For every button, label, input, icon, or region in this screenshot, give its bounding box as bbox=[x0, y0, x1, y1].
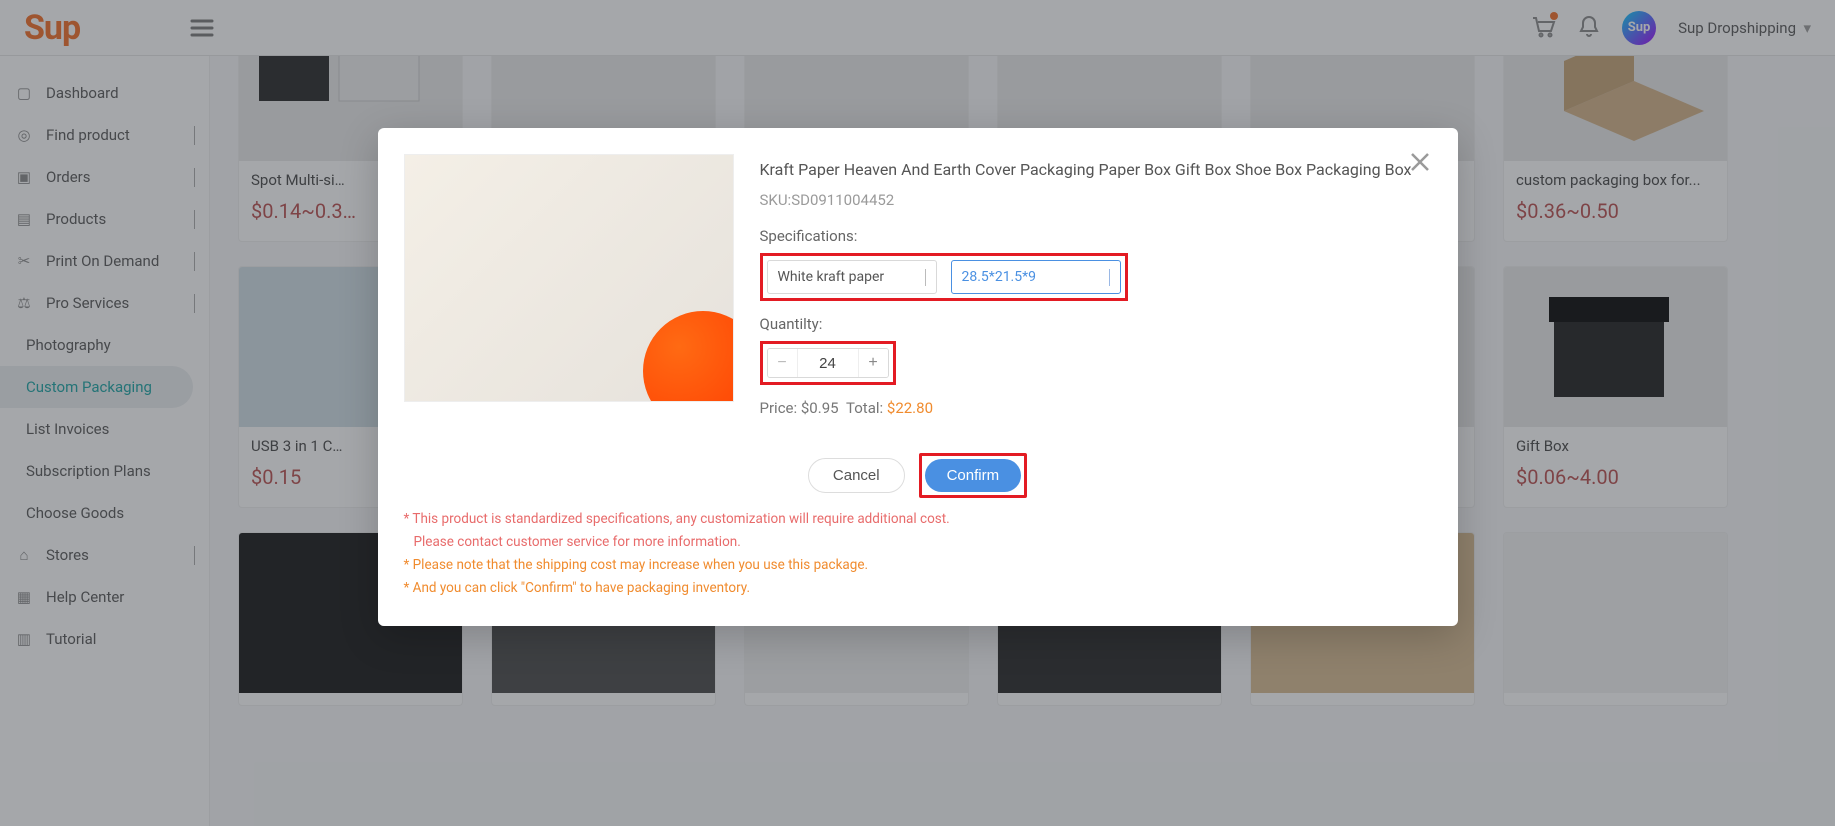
modal-sku: SKU:SD0911004452 bbox=[760, 191, 1432, 209]
sku-value: SD0911004452 bbox=[791, 191, 894, 209]
modal-notes: * This product is standardized specifica… bbox=[404, 508, 1432, 600]
quantity-stepper: − + bbox=[767, 348, 889, 378]
note-line: * This product is standardized specifica… bbox=[404, 508, 1432, 531]
spec-label: Specifications: bbox=[760, 227, 1432, 245]
total-value: $22.80 bbox=[887, 399, 933, 417]
price-label: Price: bbox=[760, 399, 798, 417]
select-value: White kraft paper bbox=[778, 269, 885, 285]
note-line: * And you can click "Confirm" to have pa… bbox=[404, 577, 1432, 600]
modal-product-image bbox=[404, 154, 734, 402]
qty-increment-button[interactable]: + bbox=[858, 349, 888, 377]
chevron-down-icon bbox=[1109, 269, 1110, 285]
modal-overlay: Kraft Paper Heaven And Earth Cover Packa… bbox=[0, 0, 1835, 826]
qty-decrement-button[interactable]: − bbox=[768, 349, 798, 377]
modal-product-title: Kraft Paper Heaven And Earth Cover Packa… bbox=[760, 160, 1432, 179]
sku-label: SKU: bbox=[760, 191, 792, 209]
select-value: 28.5*21.5*9 bbox=[962, 269, 1037, 285]
total-label: Total: bbox=[846, 399, 883, 417]
confirm-button[interactable]: Confirm bbox=[925, 459, 1022, 492]
spec-material-select[interactable]: White kraft paper bbox=[767, 260, 937, 294]
close-icon[interactable] bbox=[1408, 150, 1432, 178]
confirm-highlight-box: Confirm bbox=[919, 453, 1028, 498]
qty-highlight-box: − + bbox=[760, 341, 896, 385]
note-line: * Please note that the shipping cost may… bbox=[404, 554, 1432, 577]
price-value: $0.95 bbox=[801, 399, 839, 417]
qty-input[interactable] bbox=[798, 349, 858, 377]
qty-label: Quantilty: bbox=[760, 315, 1432, 333]
product-modal: Kraft Paper Heaven And Earth Cover Packa… bbox=[378, 128, 1458, 626]
price-line: Price: $0.95 Total: $22.80 bbox=[760, 399, 1432, 417]
chevron-down-icon bbox=[925, 269, 926, 285]
spec-highlight-box: White kraft paper 28.5*21.5*9 bbox=[760, 253, 1128, 301]
cancel-button[interactable]: Cancel bbox=[808, 458, 905, 493]
note-line: Please contact customer service for more… bbox=[404, 531, 1432, 554]
spec-size-select[interactable]: 28.5*21.5*9 bbox=[951, 260, 1121, 294]
